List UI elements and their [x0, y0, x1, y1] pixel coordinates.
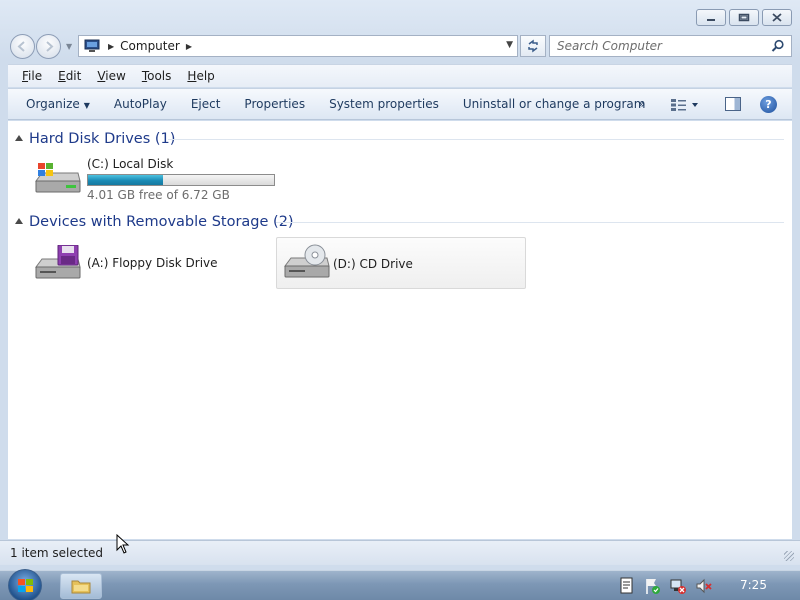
group-divider — [168, 139, 784, 140]
capacity-fill — [88, 175, 163, 185]
change-view-icon[interactable] — [670, 98, 700, 112]
chevron-down-icon: ▼ — [83, 101, 90, 110]
drive-d-tile-selected[interactable]: (D:) CD Drive — [276, 237, 526, 289]
clock[interactable]: 7:25 — [740, 578, 767, 592]
cd-drive-icon — [284, 244, 330, 278]
system-properties-button[interactable]: System properties — [317, 97, 451, 111]
taskbar-explorer-button[interactable] — [60, 573, 102, 599]
start-button[interactable] — [8, 569, 42, 600]
resize-grip-icon[interactable] — [784, 551, 794, 561]
content-pane: Hard Disk Drives (1) (C:) Local Disk 4.0… — [8, 121, 792, 539]
network-icon[interactable] — [668, 576, 688, 596]
status-text: 1 item selected — [10, 546, 104, 560]
preview-pane-icon[interactable] — [725, 97, 741, 111]
search-box[interactable] — [549, 35, 792, 57]
explorer-window: ▼ ▶ Computer ▶ ▼ File Edit View Tools He… — [0, 0, 800, 570]
menu-view[interactable]: View — [97, 69, 125, 83]
computer-icon — [84, 39, 100, 52]
help-icon[interactable]: ? — [760, 96, 777, 113]
volume-muted-icon[interactable] — [694, 576, 714, 596]
drive-c-tile[interactable]: (C:) Local Disk 4.01 GB free of 6.72 GB — [16, 151, 286, 203]
group-divider — [276, 222, 784, 223]
address-dropdown-icon[interactable]: ▼ — [506, 40, 513, 50]
uninstall-program-button[interactable]: Uninstall or change a program — [451, 97, 658, 111]
taskbar: 7:25 — [0, 569, 800, 600]
collapse-triangle-icon[interactable] — [15, 218, 23, 224]
drive-name: (D:) CD Drive — [333, 257, 413, 271]
group-label: Hard Disk Drives (1) — [29, 131, 176, 147]
restore-icon — [738, 13, 750, 22]
address-bar[interactable]: ▶ Computer ▶ ▼ — [78, 35, 518, 57]
refresh-button[interactable] — [520, 35, 546, 57]
close-icon — [772, 13, 782, 22]
close-button[interactable] — [762, 9, 792, 26]
capacity-bar — [87, 174, 275, 186]
menu-bar: File Edit View Tools Help — [8, 64, 792, 87]
system-tray — [616, 576, 714, 596]
address-row: ▼ ▶ Computer ▶ ▼ — [8, 33, 792, 59]
breadcrumb-chevron-icon[interactable]: ▶ — [186, 42, 192, 51]
mouse-cursor-icon — [116, 534, 130, 554]
forward-arrow-icon — [46, 41, 54, 52]
action-center-flag-icon[interactable] — [642, 576, 662, 596]
collapse-triangle-icon[interactable] — [15, 135, 23, 141]
menu-tools[interactable]: Tools — [142, 69, 172, 83]
autoplay-button[interactable]: AutoPlay — [102, 97, 179, 111]
window-controls — [696, 9, 792, 26]
organize-label: Organize — [26, 97, 80, 111]
drive-a-tile[interactable]: (A:) Floppy Disk Drive — [16, 237, 266, 289]
group-header-removable[interactable]: Devices with Removable Storage (2) — [8, 212, 784, 232]
folder-icon — [71, 580, 91, 594]
breadcrumb-computer[interactable]: Computer — [120, 39, 180, 53]
windows-logo-icon — [18, 579, 33, 592]
document-icon[interactable] — [616, 576, 636, 596]
drive-name: (A:) Floppy Disk Drive — [87, 256, 218, 270]
eject-button[interactable]: Eject — [179, 97, 233, 111]
minimize-button[interactable] — [696, 9, 726, 26]
recent-pages-dropdown-icon[interactable]: ▼ — [66, 42, 72, 51]
organize-button[interactable]: Organize ▼ — [8, 97, 102, 111]
minimize-icon — [707, 18, 715, 21]
search-icon[interactable] — [771, 39, 785, 53]
floppy-drive-icon — [35, 245, 81, 279]
back-arrow-icon — [17, 41, 25, 52]
more-commands-button[interactable]: » — [638, 97, 645, 111]
maximize-button[interactable] — [729, 9, 759, 26]
menu-help[interactable]: Help — [187, 69, 214, 83]
back-button[interactable] — [10, 34, 35, 59]
menu-file[interactable]: File — [22, 69, 42, 83]
drive-name: (C:) Local Disk — [87, 157, 174, 171]
refresh-icon — [528, 39, 538, 53]
search-input[interactable] — [550, 39, 760, 53]
breadcrumb-separator-icon[interactable]: ▶ — [108, 42, 114, 51]
forward-button[interactable] — [36, 34, 61, 59]
properties-button[interactable]: Properties — [232, 97, 317, 111]
free-space-text: 4.01 GB free of 6.72 GB — [87, 188, 230, 202]
group-label: Devices with Removable Storage (2) — [29, 214, 294, 230]
menu-edit[interactable]: Edit — [58, 69, 81, 83]
group-header-hard-disk[interactable]: Hard Disk Drives (1) — [8, 129, 784, 149]
command-bar: Organize ▼ AutoPlay Eject Properties Syst… — [8, 88, 792, 120]
hard-disk-windows-icon — [35, 163, 81, 193]
